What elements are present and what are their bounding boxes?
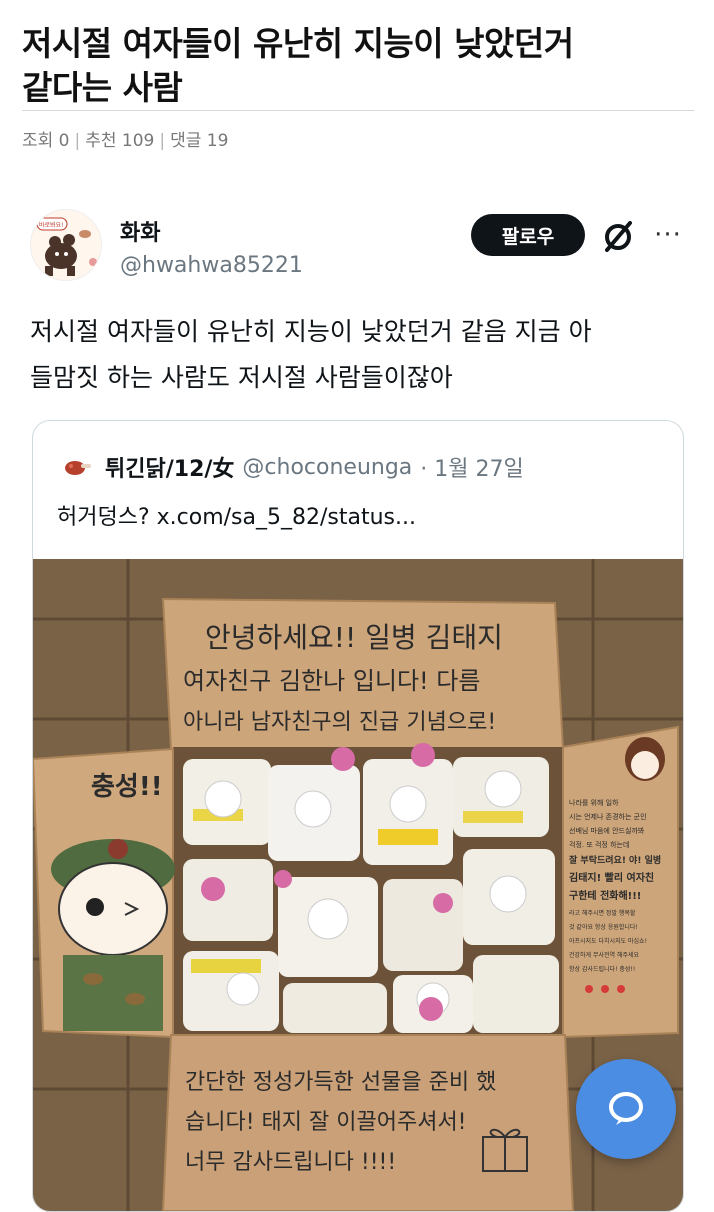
views-count: 조회 0 [22, 131, 70, 151]
tweet-text-line-2: 들맘짓 하는 사람도 저시절 사람들이잖아 [30, 363, 453, 392]
embedded-tweet: 바로봐요! 화화 @hwahwa85221 팔로우 ··· 저시절 여자들이 유… [0, 165, 714, 1212]
quoted-tweet-text[interactable]: 허거덩스? x.com/sa_5_82/status... [57, 499, 416, 531]
chat-bubble-icon [609, 1092, 643, 1125]
avatar-illustration: 바로봐요! [31, 210, 101, 280]
chat-fab-button[interactable] [576, 1059, 676, 1159]
right-note-line: 구한테 전화해!!! [569, 889, 641, 902]
meta-separator: | [159, 131, 166, 151]
post-title-line-2: 같다는 사람 [22, 68, 183, 107]
snack-bags [183, 757, 559, 1033]
right-note-line: 시는 언제나 존경하는 군인 [569, 812, 647, 821]
quoted-author-name: 튀긴닭/12/女 [105, 457, 235, 482]
meta-separator: | [74, 131, 81, 151]
fried-chicken-icon [65, 461, 91, 475]
right-note-line: 항상 감사드립니다! 충성!! [569, 965, 635, 973]
right-note-line: 잘 부탁드려요! 야! 일병 [569, 854, 661, 866]
avatar-text: 바로봐요! [39, 221, 64, 229]
post-meta: 조회 0 | 추천 109 | 댓글 19 [22, 126, 228, 151]
tweet-text-line-1: 저시절 여자들이 유난히 지능이 낮았던거 같음 지금 아 [30, 317, 592, 346]
follow-button[interactable]: 팔로우 [471, 214, 585, 256]
title-divider [22, 110, 694, 111]
author-handle[interactable]: @hwahwa85221 [120, 253, 303, 278]
right-note-line: 선배님 마음에 안드실까봐 [569, 826, 645, 835]
bottom-note-line-2: 습니다! 태지 잘 이끌어주셔서! [185, 1110, 467, 1135]
left-flap-text: 충성!! [91, 772, 163, 802]
quoted-tweet-date: · 1월 27일 [420, 457, 524, 482]
recommend-count: 추천 109 [85, 131, 155, 151]
post-title: 저시절 여자들이 유난히 지능이 낮았던거 같다는 사람 [22, 22, 692, 110]
author-avatar[interactable]: 바로봐요! [30, 209, 102, 281]
comment-count: 댓글 19 [170, 131, 229, 151]
bottom-note-line-3: 너무 감사드립니다 !!!! [185, 1150, 396, 1175]
right-note-line: 김태지! 빨리 여자친 [569, 871, 654, 884]
post-title-line-1: 저시절 여자들이 유난히 지능이 낮았던거 [22, 24, 574, 63]
more-options-icon[interactable]: ··· [648, 215, 688, 255]
right-note-line: 라고 해주시면 정말 행복할 [569, 909, 636, 917]
bottom-note-line-1: 간단한 정성가득한 선물을 준비 했 [185, 1070, 496, 1095]
tweet-text: 저시절 여자들이 유난히 지능이 낮았던거 같음 지금 아 들맘짓 하는 사람도… [30, 309, 680, 401]
quoted-tweet-header: 튀긴닭/12/女 @choconeunga · 1월 27일 [63, 451, 524, 483]
author-name[interactable]: 화화 [120, 215, 160, 247]
right-note-line: 건강하게 무사전역 해주세요 [569, 951, 640, 959]
soldier-drawing [51, 839, 175, 1031]
right-note-line: 아프시지도 다치시지도 마십쇼! [569, 937, 647, 945]
top-note-line-2: 여자친구 김한나 입니다! 다름 [183, 667, 480, 695]
top-note-line-3: 아니라 남자친구의 진급 기념으로! [183, 710, 496, 735]
right-note-line: 걱정. 또 걱정 하는데 [569, 840, 629, 849]
quoted-author-handle: @choconeunga [242, 454, 413, 480]
top-note-line-1: 안녕하세요!! 일병 김태지 [205, 621, 503, 654]
x-brand-icon[interactable] [598, 216, 638, 256]
right-note-line: 것 같아요 항상 응원합니다! [569, 923, 638, 931]
right-note-line: 나라를 위해 일하 [569, 798, 619, 807]
